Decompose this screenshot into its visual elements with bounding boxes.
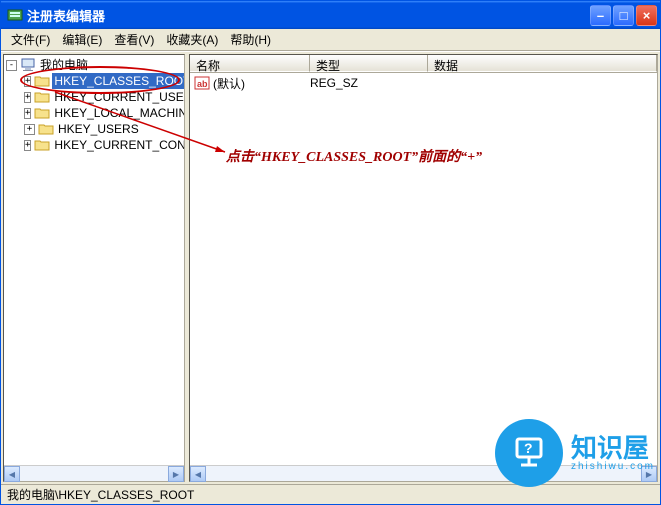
tree-item-label: HKEY_CURRENT_CONFIG xyxy=(52,137,184,153)
tree-item-hkcc[interactable]: + HKEY_CURRENT_CONFIG xyxy=(6,137,184,153)
col-type[interactable]: 类型 xyxy=(310,55,428,72)
minimize-button[interactable]: – xyxy=(590,5,611,26)
content-area: - 我的电脑 + HKEY_CLASSES_ROOT + HKEY_CURREN… xyxy=(1,51,660,484)
menu-edit[interactable]: 编辑(E) xyxy=(56,29,108,50)
tree-item-label: HKEY_USERS xyxy=(56,121,141,137)
folder-icon xyxy=(34,74,50,88)
value-name-cell: ab (默认) xyxy=(194,75,310,92)
window-controls: – □ × xyxy=(590,5,657,26)
tree-root-label: 我的电脑 xyxy=(38,57,90,73)
value-name: (默认) xyxy=(213,75,245,92)
statusbar: 我的电脑\HKEY_CLASSES_ROOT xyxy=(1,484,660,504)
scroll-track[interactable] xyxy=(206,466,641,481)
window-title: 注册表编辑器 xyxy=(27,6,590,25)
tree-item-hklm[interactable]: + HKEY_LOCAL_MACHINE xyxy=(6,105,184,121)
folder-icon xyxy=(38,122,54,136)
close-button[interactable]: × xyxy=(636,5,657,26)
tree-item-label: HKEY_LOCAL_MACHINE xyxy=(52,105,184,121)
list-body[interactable]: ab (默认) REG_SZ xyxy=(190,73,657,465)
scroll-left-button[interactable] xyxy=(4,466,20,482)
tree-item-label: HKEY_CURRENT_USER xyxy=(52,89,184,105)
tree-item-hkcr[interactable]: + HKEY_CLASSES_ROOT xyxy=(6,73,184,89)
value-type: REG_SZ xyxy=(310,76,428,90)
regedit-window: 注册表编辑器 – □ × 文件(F) 编辑(E) 查看(V) 收藏夹(A) 帮助… xyxy=(0,0,661,505)
menu-file[interactable]: 文件(F) xyxy=(5,29,56,50)
maximize-button[interactable]: □ xyxy=(613,5,634,26)
list-row[interactable]: ab (默认) REG_SZ xyxy=(194,75,653,91)
registry-tree[interactable]: - 我的电脑 + HKEY_CLASSES_ROOT + HKEY_CURREN… xyxy=(4,55,184,465)
list-header: 名称 类型 数据 xyxy=(190,55,657,73)
tree-item-hkcu[interactable]: + HKEY_CURRENT_USER xyxy=(6,89,184,105)
folder-icon xyxy=(34,90,50,104)
folder-icon xyxy=(34,106,50,120)
expand-toggle[interactable]: + xyxy=(24,108,31,119)
scroll-right-button[interactable] xyxy=(641,466,657,482)
string-value-icon: ab xyxy=(194,75,210,91)
list-hscrollbar[interactable] xyxy=(190,465,657,481)
folder-icon xyxy=(34,138,50,152)
value-pane: 名称 类型 数据 ab (默认) REG_SZ xyxy=(189,54,658,482)
tree-item-hku[interactable]: + HKEY_USERS xyxy=(6,121,184,137)
menu-view[interactable]: 查看(V) xyxy=(108,29,160,50)
menu-help[interactable]: 帮助(H) xyxy=(224,29,277,50)
expand-toggle[interactable]: - xyxy=(6,60,17,71)
scroll-left-button[interactable] xyxy=(190,466,206,482)
menu-favorites[interactable]: 收藏夹(A) xyxy=(160,29,224,50)
tree-pane: - 我的电脑 + HKEY_CLASSES_ROOT + HKEY_CURREN… xyxy=(3,54,185,482)
scroll-right-button[interactable] xyxy=(168,466,184,482)
tree-hscrollbar[interactable] xyxy=(4,465,184,481)
scroll-track[interactable] xyxy=(20,466,168,481)
expand-toggle[interactable]: + xyxy=(24,76,31,87)
menubar: 文件(F) 编辑(E) 查看(V) 收藏夹(A) 帮助(H) xyxy=(1,29,660,51)
tree-root[interactable]: - 我的电脑 xyxy=(6,57,184,73)
col-name[interactable]: 名称 xyxy=(190,55,310,72)
computer-icon xyxy=(20,58,36,72)
titlebar[interactable]: 注册表编辑器 – □ × xyxy=(1,1,660,29)
app-icon xyxy=(7,7,23,23)
expand-toggle[interactable]: + xyxy=(24,124,35,135)
col-data[interactable]: 数据 xyxy=(428,55,657,72)
expand-toggle[interactable]: + xyxy=(24,140,31,151)
tree-item-label: HKEY_CLASSES_ROOT xyxy=(52,73,184,89)
expand-toggle[interactable]: + xyxy=(24,92,31,103)
svg-text:ab: ab xyxy=(197,79,208,89)
status-path: 我的电脑\HKEY_CLASSES_ROOT xyxy=(7,486,194,503)
